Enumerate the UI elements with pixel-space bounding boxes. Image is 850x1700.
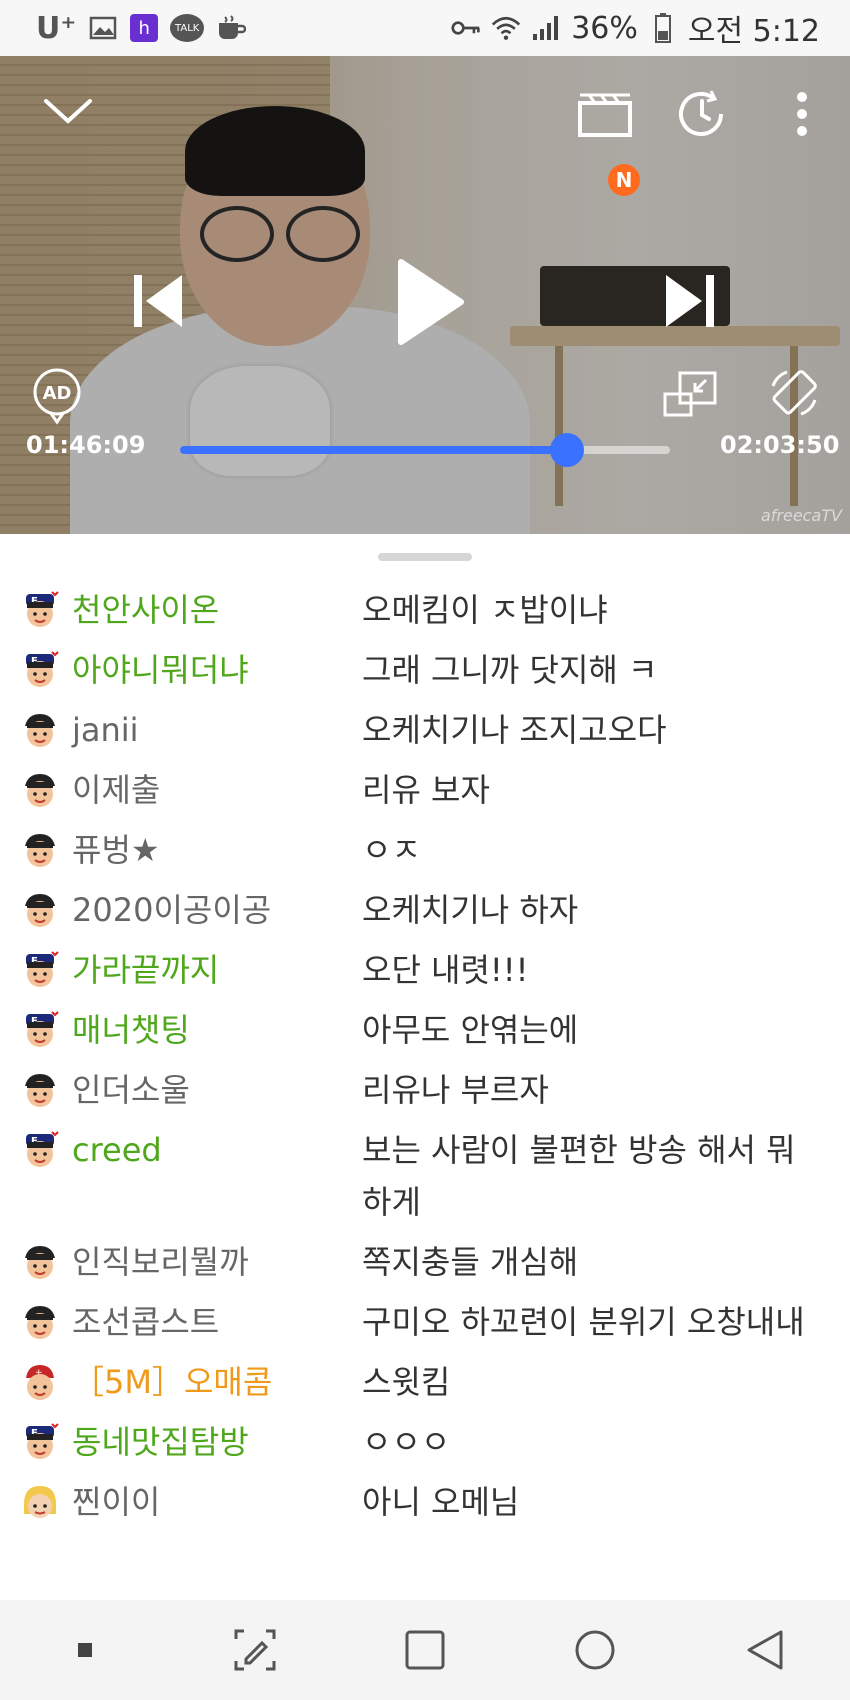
recents-icon[interactable]	[395, 1620, 455, 1680]
coffee-icon	[216, 15, 247, 41]
chat-message-row[interactable]: F 가라끝까지 오단 내렷!!!	[0, 940, 850, 1000]
chat-message-text: ㅇㅈ	[362, 831, 421, 869]
user-avatar-icon[interactable]: F	[20, 950, 60, 990]
back-icon[interactable]	[735, 1620, 795, 1680]
wifi-icon	[491, 15, 521, 41]
ad-icon[interactable]: AD	[30, 366, 84, 426]
chat-message-text: 오단 내렷!!!	[362, 951, 529, 989]
chat-nickname[interactable]: 2020이공이공	[60, 880, 362, 940]
chat-message-text: 오메킴이 ㅈ밥이냐	[362, 591, 608, 629]
user-avatar-icon[interactable]: F	[20, 590, 60, 630]
seek-bar-thumb[interactable]	[550, 433, 585, 467]
h-app-icon: h	[130, 14, 159, 42]
user-avatar-icon[interactable]	[20, 770, 60, 810]
chat-message-row[interactable]: 인더소울 리유나 부르자	[0, 1060, 850, 1120]
play-icon[interactable]	[390, 252, 470, 352]
edit-screen-icon[interactable]	[225, 1620, 285, 1680]
battery-percent: 36%	[571, 10, 638, 46]
collapse-chevron-icon[interactable]	[38, 86, 98, 136]
skip-next-icon[interactable]	[660, 266, 720, 336]
chat-nickname[interactable]: 아야니뭐더냐	[60, 640, 362, 700]
chat-message-text: 리유나 부르자	[362, 1071, 549, 1109]
navigation-bar	[0, 1600, 850, 1700]
chat-message-text: 오케치기나 하자	[362, 891, 579, 929]
chat-nickname[interactable]: 퓨벙★	[60, 820, 362, 880]
chat-message-row[interactable]: 찐이이 아니 오메님	[0, 1472, 850, 1532]
chat-nickname[interactable]: creed	[60, 1120, 362, 1180]
chat-message-text: 아무도 안엮는에	[362, 1011, 579, 1049]
clip-list-icon[interactable]	[572, 86, 638, 142]
user-avatar-icon[interactable]: +	[20, 1362, 60, 1402]
chat-message-row[interactable]: F 매너챗팅 아무도 안엮는에	[0, 1000, 850, 1060]
seek-bar[interactable]	[180, 433, 670, 467]
user-avatar-icon[interactable]: F	[20, 1130, 60, 1170]
user-avatar-icon[interactable]	[20, 1482, 60, 1522]
rotate-screen-icon[interactable]	[764, 362, 824, 424]
history-clock-icon[interactable]	[672, 86, 732, 142]
image-icon	[88, 15, 118, 41]
user-avatar-icon[interactable]: F	[20, 1422, 60, 1462]
user-avatar-icon[interactable]	[20, 1242, 60, 1282]
user-avatar-icon[interactable]	[20, 1070, 60, 1110]
chat-message-text: 리유 보자	[362, 771, 490, 809]
chat-nickname[interactable]: 인더소울	[60, 1060, 362, 1120]
user-avatar-icon[interactable]	[20, 890, 60, 930]
carrier-label: U⁺	[36, 10, 77, 46]
chat-nickname[interactable]: 천안사이온	[60, 580, 362, 640]
ad-label: AD	[43, 383, 72, 404]
chat-nickname[interactable]: 인직보리뭘까	[60, 1232, 362, 1292]
chat-message-row[interactable]: 조선콥스트 구미오 하꼬련이 분위기 오창내내	[0, 1292, 850, 1352]
afreecatv-watermark: afreecaTV	[760, 506, 842, 525]
chat-message-row[interactable]: F 아야니뭐더냐 그래 그니까 닷지해 ㅋ	[0, 640, 850, 700]
chat-message-text: 보는 사람이 불편한 방송 해서 뭐하게	[362, 1131, 796, 1221]
home-icon[interactable]	[565, 1620, 625, 1680]
skip-previous-icon[interactable]	[128, 266, 188, 336]
chat-nickname[interactable]: 매너챗팅	[60, 1000, 362, 1060]
chat-list[interactable]: F 천안사이온 오메킴이 ㅈ밥이냐 F 아야니뭐더냐 그래 그니까 닷지해 ㅋ janii 오…	[0, 580, 850, 1600]
chat-message-row[interactable]: 퓨벙★ ㅇㅈ	[0, 820, 850, 880]
square-dot-icon[interactable]	[55, 1620, 115, 1680]
chat-nickname[interactable]: janii	[60, 700, 362, 760]
chat-message-text: 아니 오메님	[362, 1483, 520, 1521]
chat-message-row[interactable]: F 동네맛집탐방 ㅇㅇㅇ	[0, 1412, 850, 1472]
chat-message-text: 구미오 하꼬련이 분위기 오창내내	[362, 1303, 805, 1341]
user-avatar-icon[interactable]: F	[20, 650, 60, 690]
chat-message-row[interactable]: F 천안사이온 오메킴이 ㅈ밥이냐	[0, 580, 850, 640]
key-icon	[451, 15, 481, 41]
user-avatar-icon[interactable]: F	[20, 1010, 60, 1050]
chat-nickname[interactable]: 찐이이	[60, 1472, 362, 1532]
seek-bar-fill	[180, 446, 568, 454]
chat-message-row[interactable]: Fcreed 보는 사람이 불편한 방송 해서 뭐하게	[0, 1120, 850, 1232]
video-player[interactable]: N AD 01:46:09 02:03:50 afreecaTV	[0, 56, 850, 534]
new-badge: N	[608, 164, 640, 196]
more-options-icon[interactable]	[782, 86, 822, 142]
chat-message-row[interactable]: + ［5M］오매콤 스윗킴	[0, 1352, 850, 1412]
pip-icon[interactable]	[660, 368, 720, 420]
chat-nickname[interactable]: ［5M］오매콤	[60, 1352, 362, 1412]
chat-message-text: 쪽지충들 개심해	[362, 1243, 579, 1281]
chat-message-text: 스윗킴	[362, 1363, 451, 1401]
chat-message-text: ㅇㅇㅇ	[362, 1423, 451, 1461]
chat-message-row[interactable]: 2020이공이공 오케치기나 하자	[0, 880, 850, 940]
user-avatar-icon[interactable]	[20, 830, 60, 870]
chat-nickname[interactable]: 조선콥스트	[60, 1292, 362, 1352]
clock: 오전 5:12	[687, 14, 820, 49]
talk-icon: TALK	[170, 14, 205, 42]
chat-drag-handle[interactable]	[378, 553, 472, 561]
chat-nickname[interactable]: 가라끝까지	[60, 940, 362, 1000]
chat-message-text: 오케치기나 조지고오다	[362, 711, 667, 749]
chat-message-row[interactable]: 인직보리뭘까 쪽지충들 개심해	[0, 1232, 850, 1292]
total-time: 02:03:50	[720, 431, 840, 459]
signal-icon	[531, 15, 561, 41]
chat-nickname[interactable]: 이제출	[60, 760, 362, 820]
user-avatar-icon[interactable]	[20, 710, 60, 750]
chat-nickname[interactable]: 동네맛집탐방	[60, 1412, 362, 1472]
chat-message-text: 그래 그니까 닷지해 ㅋ	[362, 651, 658, 689]
chat-message-row[interactable]: 이제출 리유 보자	[0, 760, 850, 820]
status-bar: U⁺ h TALK 36% 오전 5:12	[0, 0, 850, 56]
user-avatar-icon[interactable]	[20, 1302, 60, 1342]
chat-message-row[interactable]: janii 오케치기나 조지고오다	[0, 700, 850, 760]
current-time: 01:46:09	[26, 431, 146, 459]
battery-icon	[648, 13, 678, 43]
